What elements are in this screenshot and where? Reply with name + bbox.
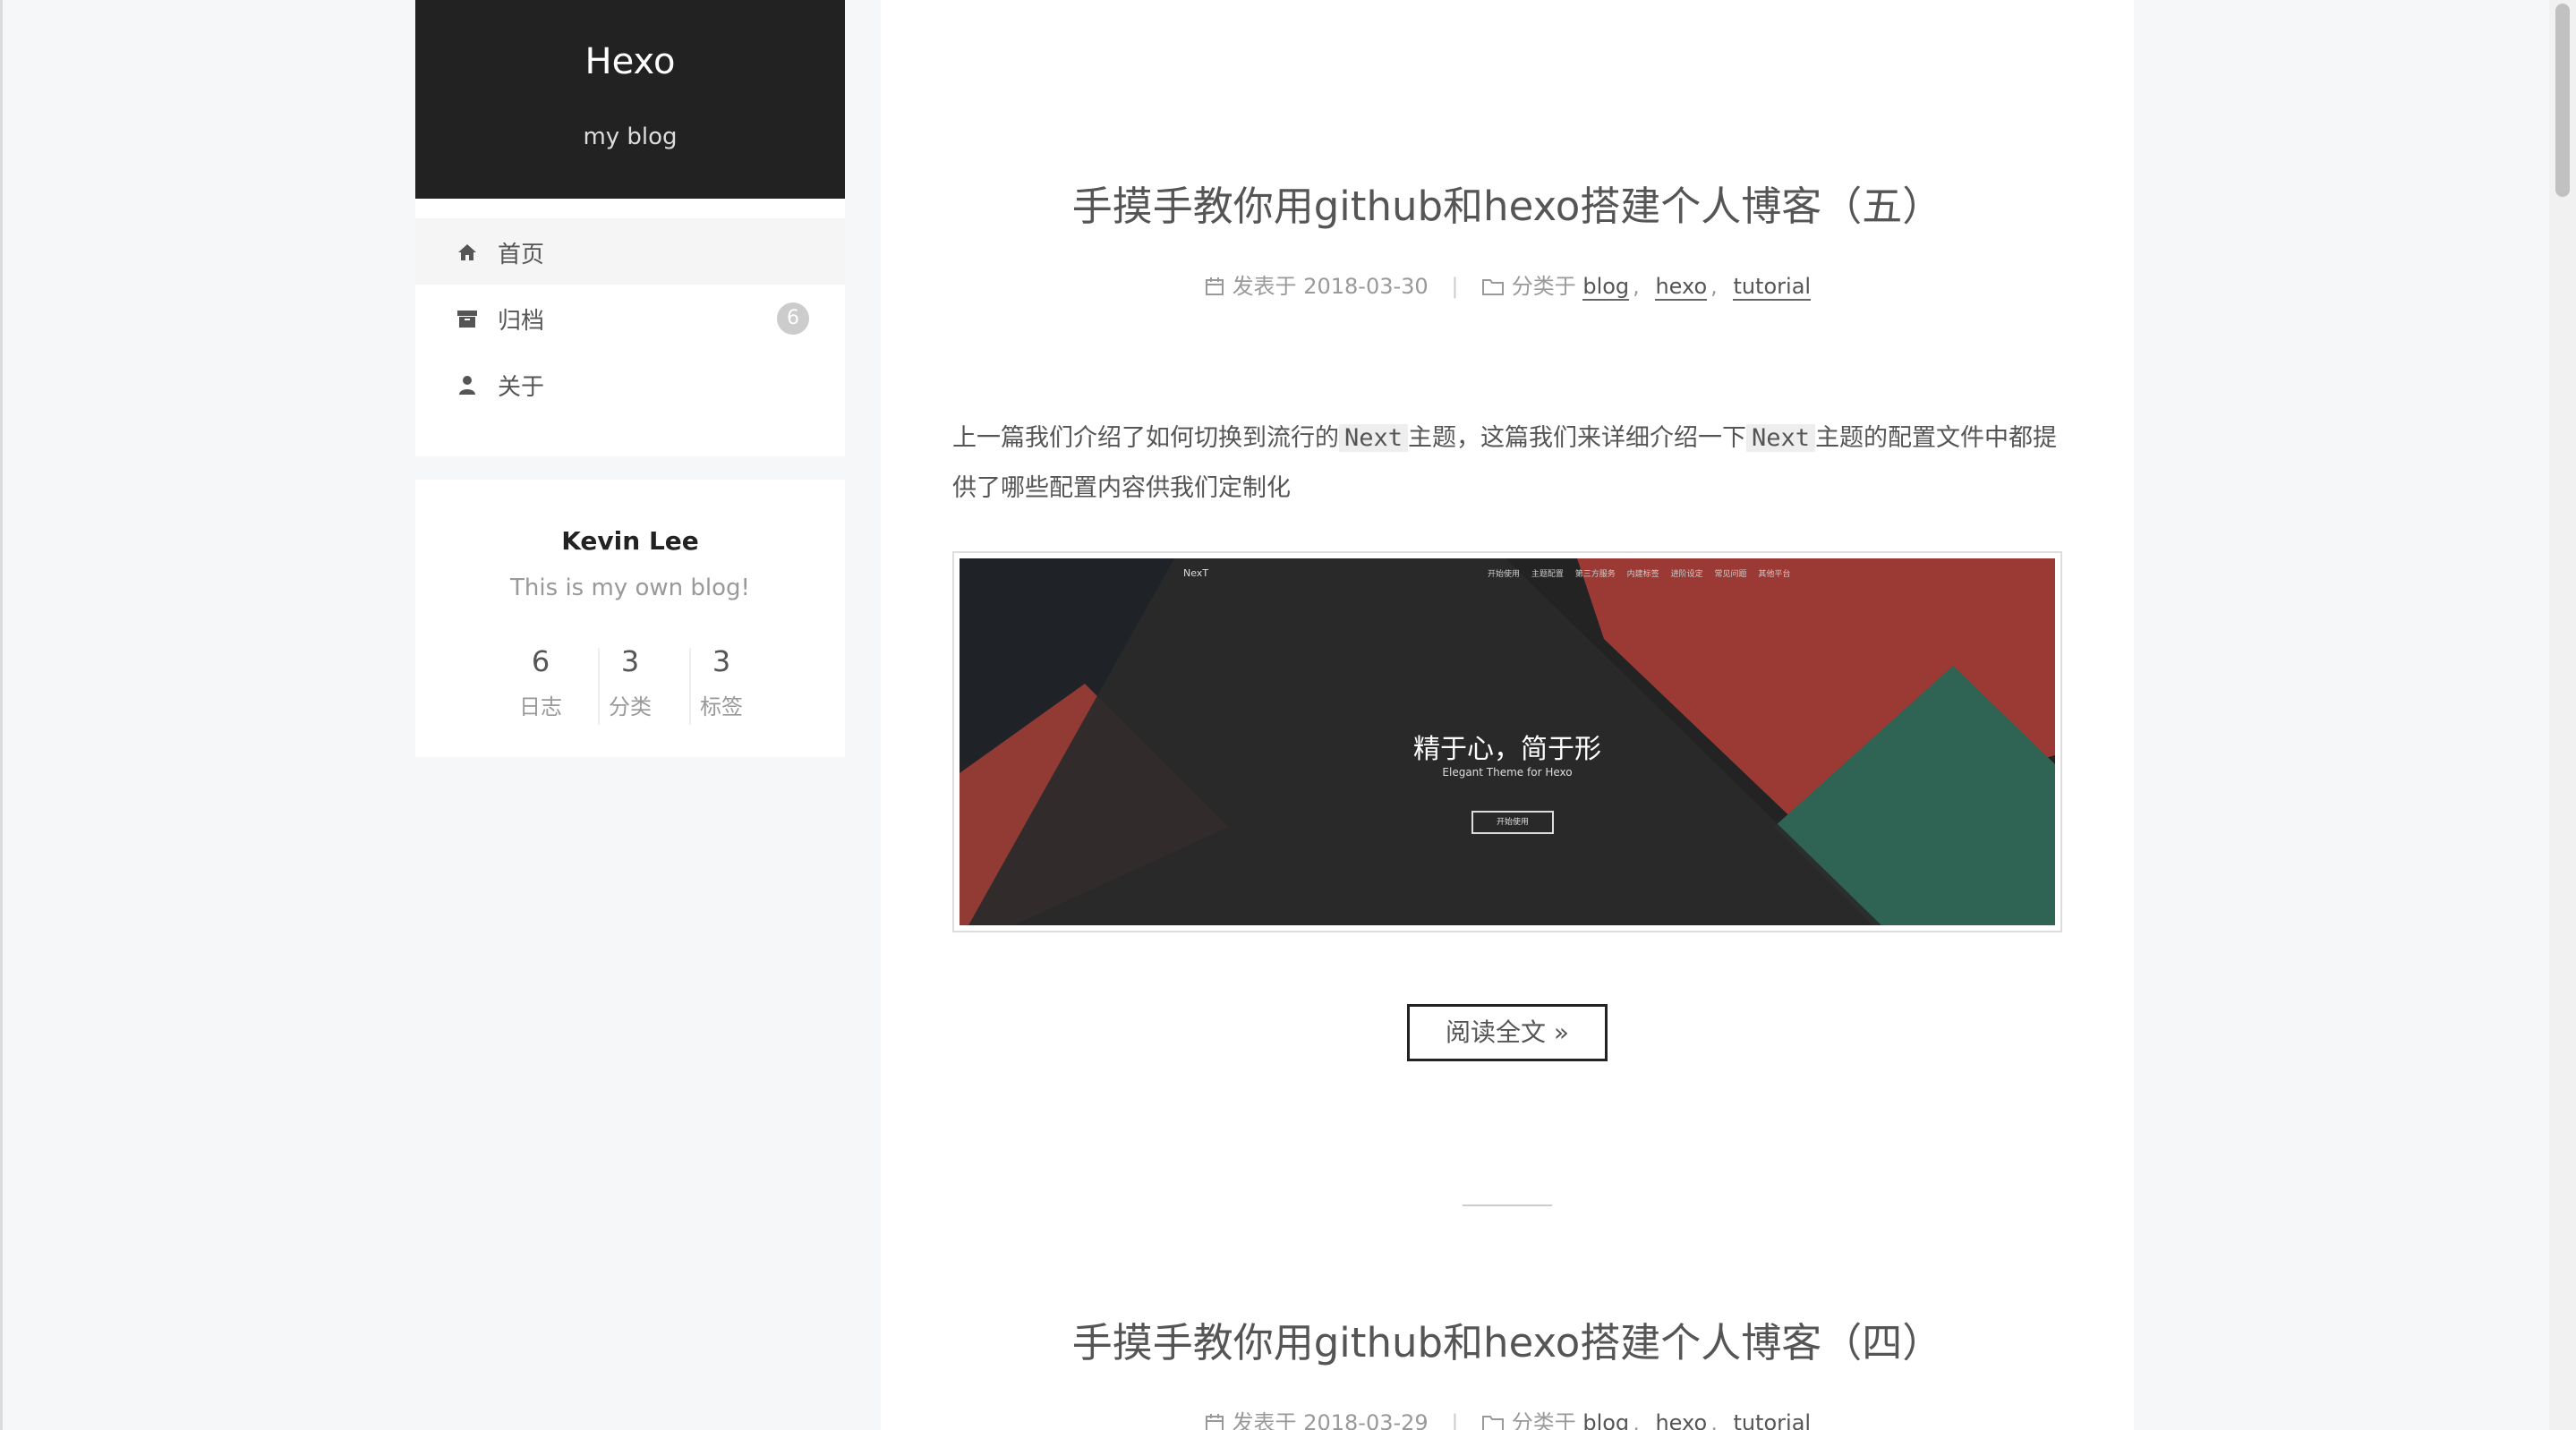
author-description: This is my own blog! [510,575,750,601]
read-more-button[interactable]: 阅读全文 » [1407,1004,1608,1061]
post-meta: 发表于 2018-03-29 | 分类于 blog, hexo, tutoria… [881,1405,2134,1430]
stat-label: 日志 [519,694,562,719]
post-title[interactable]: 手摸手教你用github和hexo搭建个人博客（五） [881,174,2134,232]
category-link-blog[interactable]: blog [1582,274,1630,301]
menu-item-label: 关于 [498,374,545,401]
author-panel: Kevin Lee This is my own blog! 6 日志 3 分类… [415,480,845,757]
screenshot-nav-item: 主题配置 [1531,570,1564,579]
archive-count-badge: 6 [777,302,809,335]
screenshot-headline: 精于心，简于形 [1413,734,1601,765]
screenshot-tagline: Elegant Theme for Hexo [1442,766,1573,779]
screenshot-nav-item: 内建标签 [1626,570,1659,579]
post-meta: 发表于 2018-03-30 | 分类于 blog, hexo, tutoria… [881,268,2134,301]
stat-count: 3 [620,644,640,678]
screenshot-nav-item: 开始使用 [1488,570,1521,579]
stat-tags[interactable]: 3 标签 [675,644,768,730]
stat-count: 6 [531,644,550,678]
screenshot-nav: 开始使用 主题配置 第三方服务 内建标签 进阶设定 常见问题 其他平台 [1488,567,1799,579]
archive-icon [457,311,477,328]
user-icon [459,376,475,395]
site-brand: Hexo my blog [415,0,845,199]
category-link-tutorial[interactable]: tutorial [1733,1410,1812,1430]
screenshot-nav-item: 常见问题 [1714,570,1747,579]
window-edge [0,0,3,1430]
stat-label: 标签 [700,694,743,719]
menu-item-about[interactable]: 关于 [415,351,845,417]
site-stats: 6 日志 3 分类 3 标签 [519,644,743,730]
category-link-hexo[interactable]: hexo [1655,274,1708,301]
home-icon [458,244,476,260]
post-excerpt: 上一篇我们介绍了如何切换到流行的 Next 主题，这篇我们来详细介绍一下 Next 主题… [952,413,2062,514]
menu-item-home[interactable]: 首页 [415,218,845,285]
main-content: 手摸手教你用github和hexo搭建个人博客（五） 发表于 2018-03-3… [881,0,2134,1430]
calendar-icon [1205,1414,1224,1430]
category-label: 分类于 [1511,274,1576,299]
screenshot-nav-item: 第三方服务 [1574,570,1616,579]
folder-icon [1482,1416,1505,1430]
meta-divider: | [1451,1410,1459,1430]
category-label: 分类于 [1511,1410,1576,1430]
category-link-blog[interactable]: blog [1582,1410,1630,1430]
post-title[interactable]: 手摸手教你用github和hexo搭建个人博客（四） [881,1310,2134,1368]
next-theme-screenshot: NexT 开始使用 主题配置 第三方服务 内建标签 进阶设定 常见问题 其他平台… [960,558,2055,925]
post-date: 2018-03-29 [1303,1410,1429,1430]
calendar-icon [1205,277,1224,295]
screenshot-button: 开始使用 [1471,811,1554,834]
stat-posts[interactable]: 6 日志 [494,644,587,730]
category-link-tutorial[interactable]: tutorial [1733,274,1812,301]
excerpt-text: 上一篇我们介绍了如何切换到流行的 [952,424,1339,452]
stat-label: 分类 [609,694,652,719]
stat-categories[interactable]: 3 分类 [584,644,677,730]
screenshot-logo: NexT [1183,567,1209,579]
post-image[interactable]: NexT 开始使用 主题配置 第三方服务 内建标签 进阶设定 常见问题 其他平台… [952,551,2062,932]
excerpt-text: 主题，这篇我们来详细介绍一下 [1408,424,1747,452]
site-title[interactable]: Hexo [415,41,845,82]
menu-item-label: 首页 [498,242,545,268]
category-link-hexo[interactable]: hexo [1655,1410,1708,1430]
posted-label: 发表于 [1232,274,1297,299]
menu-item-archives[interactable]: 归档 6 [415,285,845,351]
menu-item-label: 归档 [498,308,545,335]
post-divider [1463,1204,1552,1206]
screenshot-nav-item: 进阶设定 [1670,570,1703,579]
author-name: Kevin Lee [561,526,699,556]
inline-code: Next [1339,424,1409,452]
folder-icon [1482,279,1505,295]
page: Hexo my blog 首页 归档 6 关于 Kevin Lee This i… [0,0,2576,1430]
page-scrollbar[interactable] [2549,0,2576,1430]
meta-divider: | [1451,274,1459,299]
sidebar-menu: 首页 归档 6 关于 [415,199,845,456]
screenshot-nav-item: 其他平台 [1758,570,1791,579]
post-date: 2018-03-30 [1303,274,1429,299]
inline-code: Next [1746,424,1816,452]
posted-label: 发表于 [1232,1410,1297,1430]
site-subtitle: my blog [583,123,678,150]
stat-count: 3 [712,644,731,678]
scrollbar-thumb[interactable] [2555,4,2570,197]
